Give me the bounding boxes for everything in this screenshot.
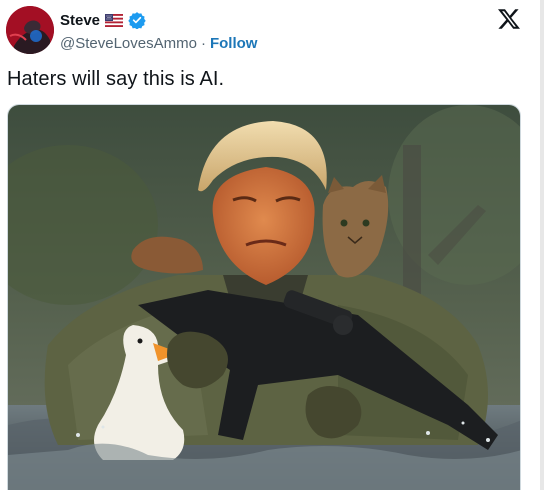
- author-handle-row: @SteveLovesAmmo · Follow: [60, 33, 257, 53]
- avatar[interactable]: [6, 6, 54, 54]
- tweet-card: Steve @SteveLovesAmmo · Follow Haters wi…: [0, 0, 544, 490]
- tweet-text: Haters will say this is AI.: [7, 68, 225, 90]
- x-logo-icon[interactable]: [497, 7, 521, 31]
- author-name-row: Steve: [60, 10, 146, 30]
- separator-dot: ·: [200, 34, 206, 52]
- display-name[interactable]: Steve: [60, 12, 100, 29]
- author-handle[interactable]: @SteveLovesAmmo: [60, 35, 197, 52]
- follow-button[interactable]: Follow: [210, 35, 258, 52]
- media-illustration: [8, 105, 520, 490]
- tweet-media-image[interactable]: [7, 104, 521, 490]
- avatar-image: [6, 6, 54, 54]
- verified-badge-icon: [128, 11, 146, 30]
- us-flag-icon: [105, 13, 124, 27]
